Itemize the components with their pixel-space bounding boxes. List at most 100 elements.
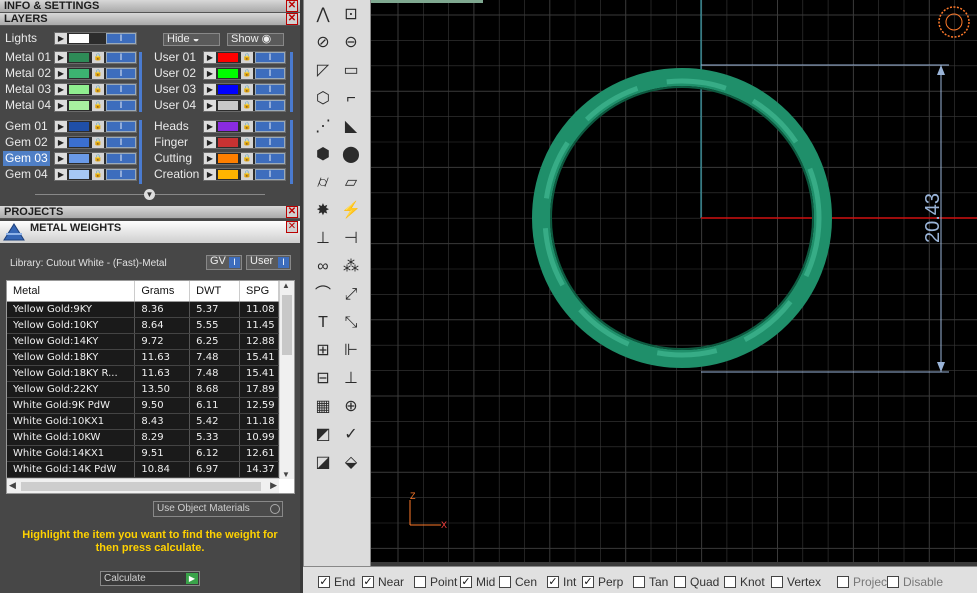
snap-int[interactable]: ✓ Int	[547, 574, 576, 589]
snap-mid[interactable]: ✓ Mid	[460, 574, 495, 589]
text-icon[interactable]: T	[310, 310, 336, 335]
layer-row-gem-02[interactable]: Gem 02 ▶ 🔒 I	[5, 135, 140, 150]
curve-points-icon[interactable]: ⊡	[338, 2, 364, 27]
table-row[interactable]: Yellow Gold:18KY 11.63 7.48 15.41	[7, 349, 279, 366]
scroll-down-icon[interactable]: ▼	[282, 470, 290, 479]
lock-icon[interactable]: 🔒	[92, 137, 104, 148]
show-button[interactable]: Show ◉	[227, 33, 284, 46]
lights-row[interactable]: Lights ▶ I	[5, 31, 140, 46]
circle-icon[interactable]: ⊘	[310, 30, 336, 55]
cylinder-icon[interactable]: ⌭	[310, 170, 336, 195]
mirror-icon[interactable]: ⊩	[338, 338, 364, 363]
polyline-icon[interactable]: ⋀	[310, 2, 336, 27]
offset-curve-icon[interactable]: ⌒	[310, 282, 336, 307]
arrow-right-icon[interactable]: ▶	[55, 137, 67, 148]
column-header-dwt[interactable]: DWT	[189, 281, 240, 302]
layer-control[interactable]: ▶ 🔒 I	[203, 51, 286, 64]
layer-control[interactable]: ▶ 🔒 I	[54, 51, 137, 64]
toggle-icon[interactable]: I	[106, 33, 136, 44]
table-row[interactable]: Yellow Gold:18KY R... 11.63 7.48 15.41	[7, 365, 279, 382]
boolean-icon[interactable]: ∞	[310, 254, 336, 279]
lock-icon[interactable]: 🔒	[92, 84, 104, 95]
check-icon[interactable]: ✓	[338, 422, 364, 447]
layer-row-creation[interactable]: Creation ▶ 🔒 I	[154, 167, 289, 182]
color-swatch[interactable]	[218, 122, 238, 131]
lock-icon[interactable]: 🔒	[241, 52, 253, 63]
visibility-toggle-icon[interactable]: I	[106, 68, 136, 79]
table-row[interactable]: White Gold:10KX1 8.43 5.42 11.18	[7, 413, 279, 430]
layer-row-gem-01[interactable]: Gem 01 ▶ 🔒 I	[5, 119, 140, 134]
checkbox[interactable]: ✓	[362, 575, 374, 588]
arrow-right-icon[interactable]: ▶	[55, 121, 67, 132]
split-icon[interactable]: ⊣	[338, 226, 364, 251]
layer-control[interactable]: ▶ 🔒 I	[54, 99, 137, 112]
arrow-right-icon[interactable]: ▶	[55, 68, 67, 79]
layer-control[interactable]: ▶ 🔒 I	[54, 168, 137, 181]
layer-control[interactable]: ▶ 🔒 I	[54, 136, 137, 149]
layer-row-user-03[interactable]: User 03 ▶ 🔒 I	[154, 82, 289, 97]
scroll-up-icon[interactable]: ▲	[282, 281, 290, 290]
lock-icon[interactable]: 🔒	[241, 121, 253, 132]
lock-icon[interactable]: 🔒	[92, 100, 104, 111]
layer-row-finger[interactable]: Finger ▶ 🔒 I	[154, 135, 289, 150]
checkbox[interactable]	[674, 575, 686, 588]
visibility-toggle-icon[interactable]: I	[255, 137, 285, 148]
layer-control[interactable]: ▶ 🔒 I	[203, 136, 286, 149]
visibility-toggle-icon[interactable]: I	[106, 137, 136, 148]
arrow-right-icon[interactable]: ▶	[204, 169, 216, 180]
table-row[interactable]: Yellow Gold:10KY 8.64 5.55 11.45	[7, 317, 279, 334]
checkbox[interactable]: ✓	[460, 575, 472, 588]
color-swatch[interactable]	[69, 34, 89, 43]
arrow-right-icon[interactable]: ▶	[55, 169, 67, 180]
snap-perp[interactable]: ✓ Perp	[582, 574, 623, 589]
scroll-left-icon[interactable]: ◀	[9, 480, 16, 491]
rebuild-curve-icon[interactable]: ⤢	[338, 282, 364, 307]
checkbox[interactable]	[887, 575, 899, 588]
layers-header[interactable]: LAYERS ✕	[0, 13, 300, 26]
group-icon[interactable]: ⊞	[310, 338, 336, 363]
dimension-icon[interactable]: ⊥	[338, 366, 364, 391]
table-row[interactable]: Yellow Gold:9KY 8.36 5.37 11.08	[7, 301, 279, 318]
checkbox[interactable]	[414, 575, 426, 588]
table-row[interactable]: Yellow Gold:14KY 9.72 6.25 12.88	[7, 333, 279, 350]
close-icon[interactable]: ✕	[286, 206, 298, 218]
render-icon[interactable]: ⬙	[338, 450, 364, 475]
visibility-toggle-icon[interactable]: I	[106, 153, 136, 164]
layer-row-user-02[interactable]: User 02 ▶ 🔒 I	[154, 66, 289, 81]
column-header-grams[interactable]: Grams	[134, 281, 191, 302]
arc-icon[interactable]: ◸	[310, 58, 336, 83]
lights-control[interactable]: ▶ I	[54, 32, 137, 45]
checkbox[interactable]: ✓	[582, 575, 594, 588]
gem-solid-icon[interactable]: ◪	[310, 450, 336, 475]
layer-control[interactable]: ▶ 🔒 I	[54, 83, 137, 96]
checkbox[interactable]	[771, 575, 783, 588]
color-swatch[interactable]	[69, 85, 89, 94]
sphere-icon[interactable]: ⬤	[338, 142, 364, 167]
color-swatch[interactable]	[218, 53, 238, 62]
color-swatch[interactable]	[69, 154, 89, 163]
layer-control[interactable]: ▶ 🔒 I	[54, 120, 137, 133]
fillet-curve-icon[interactable]: ⌐	[338, 86, 364, 111]
arrow-right-icon[interactable]: ▶	[204, 121, 216, 132]
table-row[interactable]: Yellow Gold:22KY 13.50 8.68 17.89	[7, 381, 279, 398]
checkbox[interactable]: ✓	[318, 575, 330, 588]
explode-icon[interactable]: ✸	[310, 198, 336, 223]
lock-icon[interactable]: 🔒	[241, 68, 253, 79]
column-header-metal[interactable]: Metal	[7, 281, 136, 302]
scroll-thumb[interactable]	[21, 482, 261, 491]
use-object-materials-toggle[interactable]: Use Object Materials	[153, 501, 283, 517]
snap-vertex[interactable]: Vertex	[771, 574, 821, 589]
color-swatch[interactable]	[69, 170, 89, 179]
lightning-icon[interactable]: ⚡	[338, 198, 364, 223]
snap-near[interactable]: ✓ Near	[362, 574, 404, 589]
user-toggle[interactable]: User I	[246, 255, 291, 270]
visibility-toggle-icon[interactable]: I	[106, 169, 136, 180]
info-settings-header[interactable]: INFO & SETTINGS ✕	[0, 0, 300, 13]
color-swatch[interactable]	[218, 85, 238, 94]
lock-icon[interactable]: 🔒	[241, 84, 253, 95]
layer-row-user-01[interactable]: User 01 ▶ 🔒 I	[154, 50, 289, 65]
table-row[interactable]: White Gold:10KW 8.29 5.33 10.99	[7, 429, 279, 446]
rectangle-icon[interactable]: ▭	[338, 58, 364, 83]
snap-point[interactable]: Point	[414, 574, 457, 589]
snap-tan[interactable]: Tan	[633, 574, 668, 589]
